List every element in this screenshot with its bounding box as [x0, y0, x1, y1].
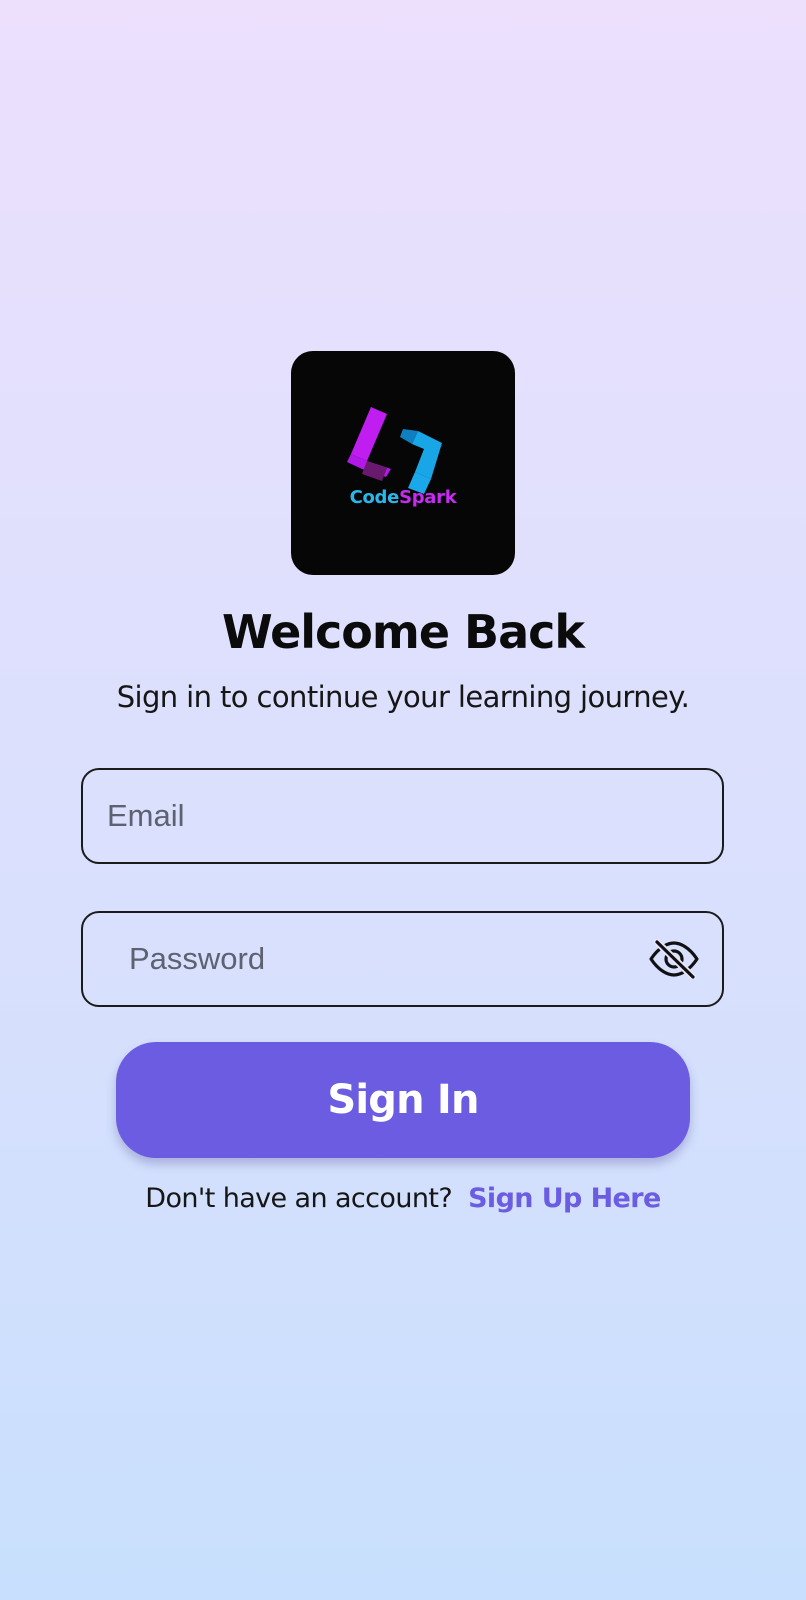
sign-up-link[interactable]: Sign Up Here	[468, 1183, 661, 1214]
logo-word-code: Code	[349, 487, 400, 508]
logo-word-spark: Spark	[399, 487, 457, 508]
signup-prompt-text: Don't have an account?	[145, 1183, 453, 1214]
email-field-container	[81, 768, 724, 864]
login-screen: CodeSpark Welcome Back Sign in to contin…	[0, 0, 806, 1600]
eye-off-icon[interactable]	[648, 938, 700, 981]
logo-wordmark: CodeSpark	[291, 487, 515, 508]
page-title: Welcome Back	[221, 605, 585, 659]
sign-in-button[interactable]: Sign In	[116, 1042, 690, 1158]
signup-prompt-row: Don't have an account? Sign Up Here	[0, 1183, 806, 1214]
codespark-logo-icon	[347, 407, 442, 494]
email-field[interactable]	[83, 770, 722, 862]
password-field-container	[81, 911, 724, 1007]
password-field[interactable]	[83, 913, 722, 1005]
page-subtitle: Sign in to continue your learning journe…	[116, 680, 690, 714]
app-logo: CodeSpark	[291, 351, 515, 575]
